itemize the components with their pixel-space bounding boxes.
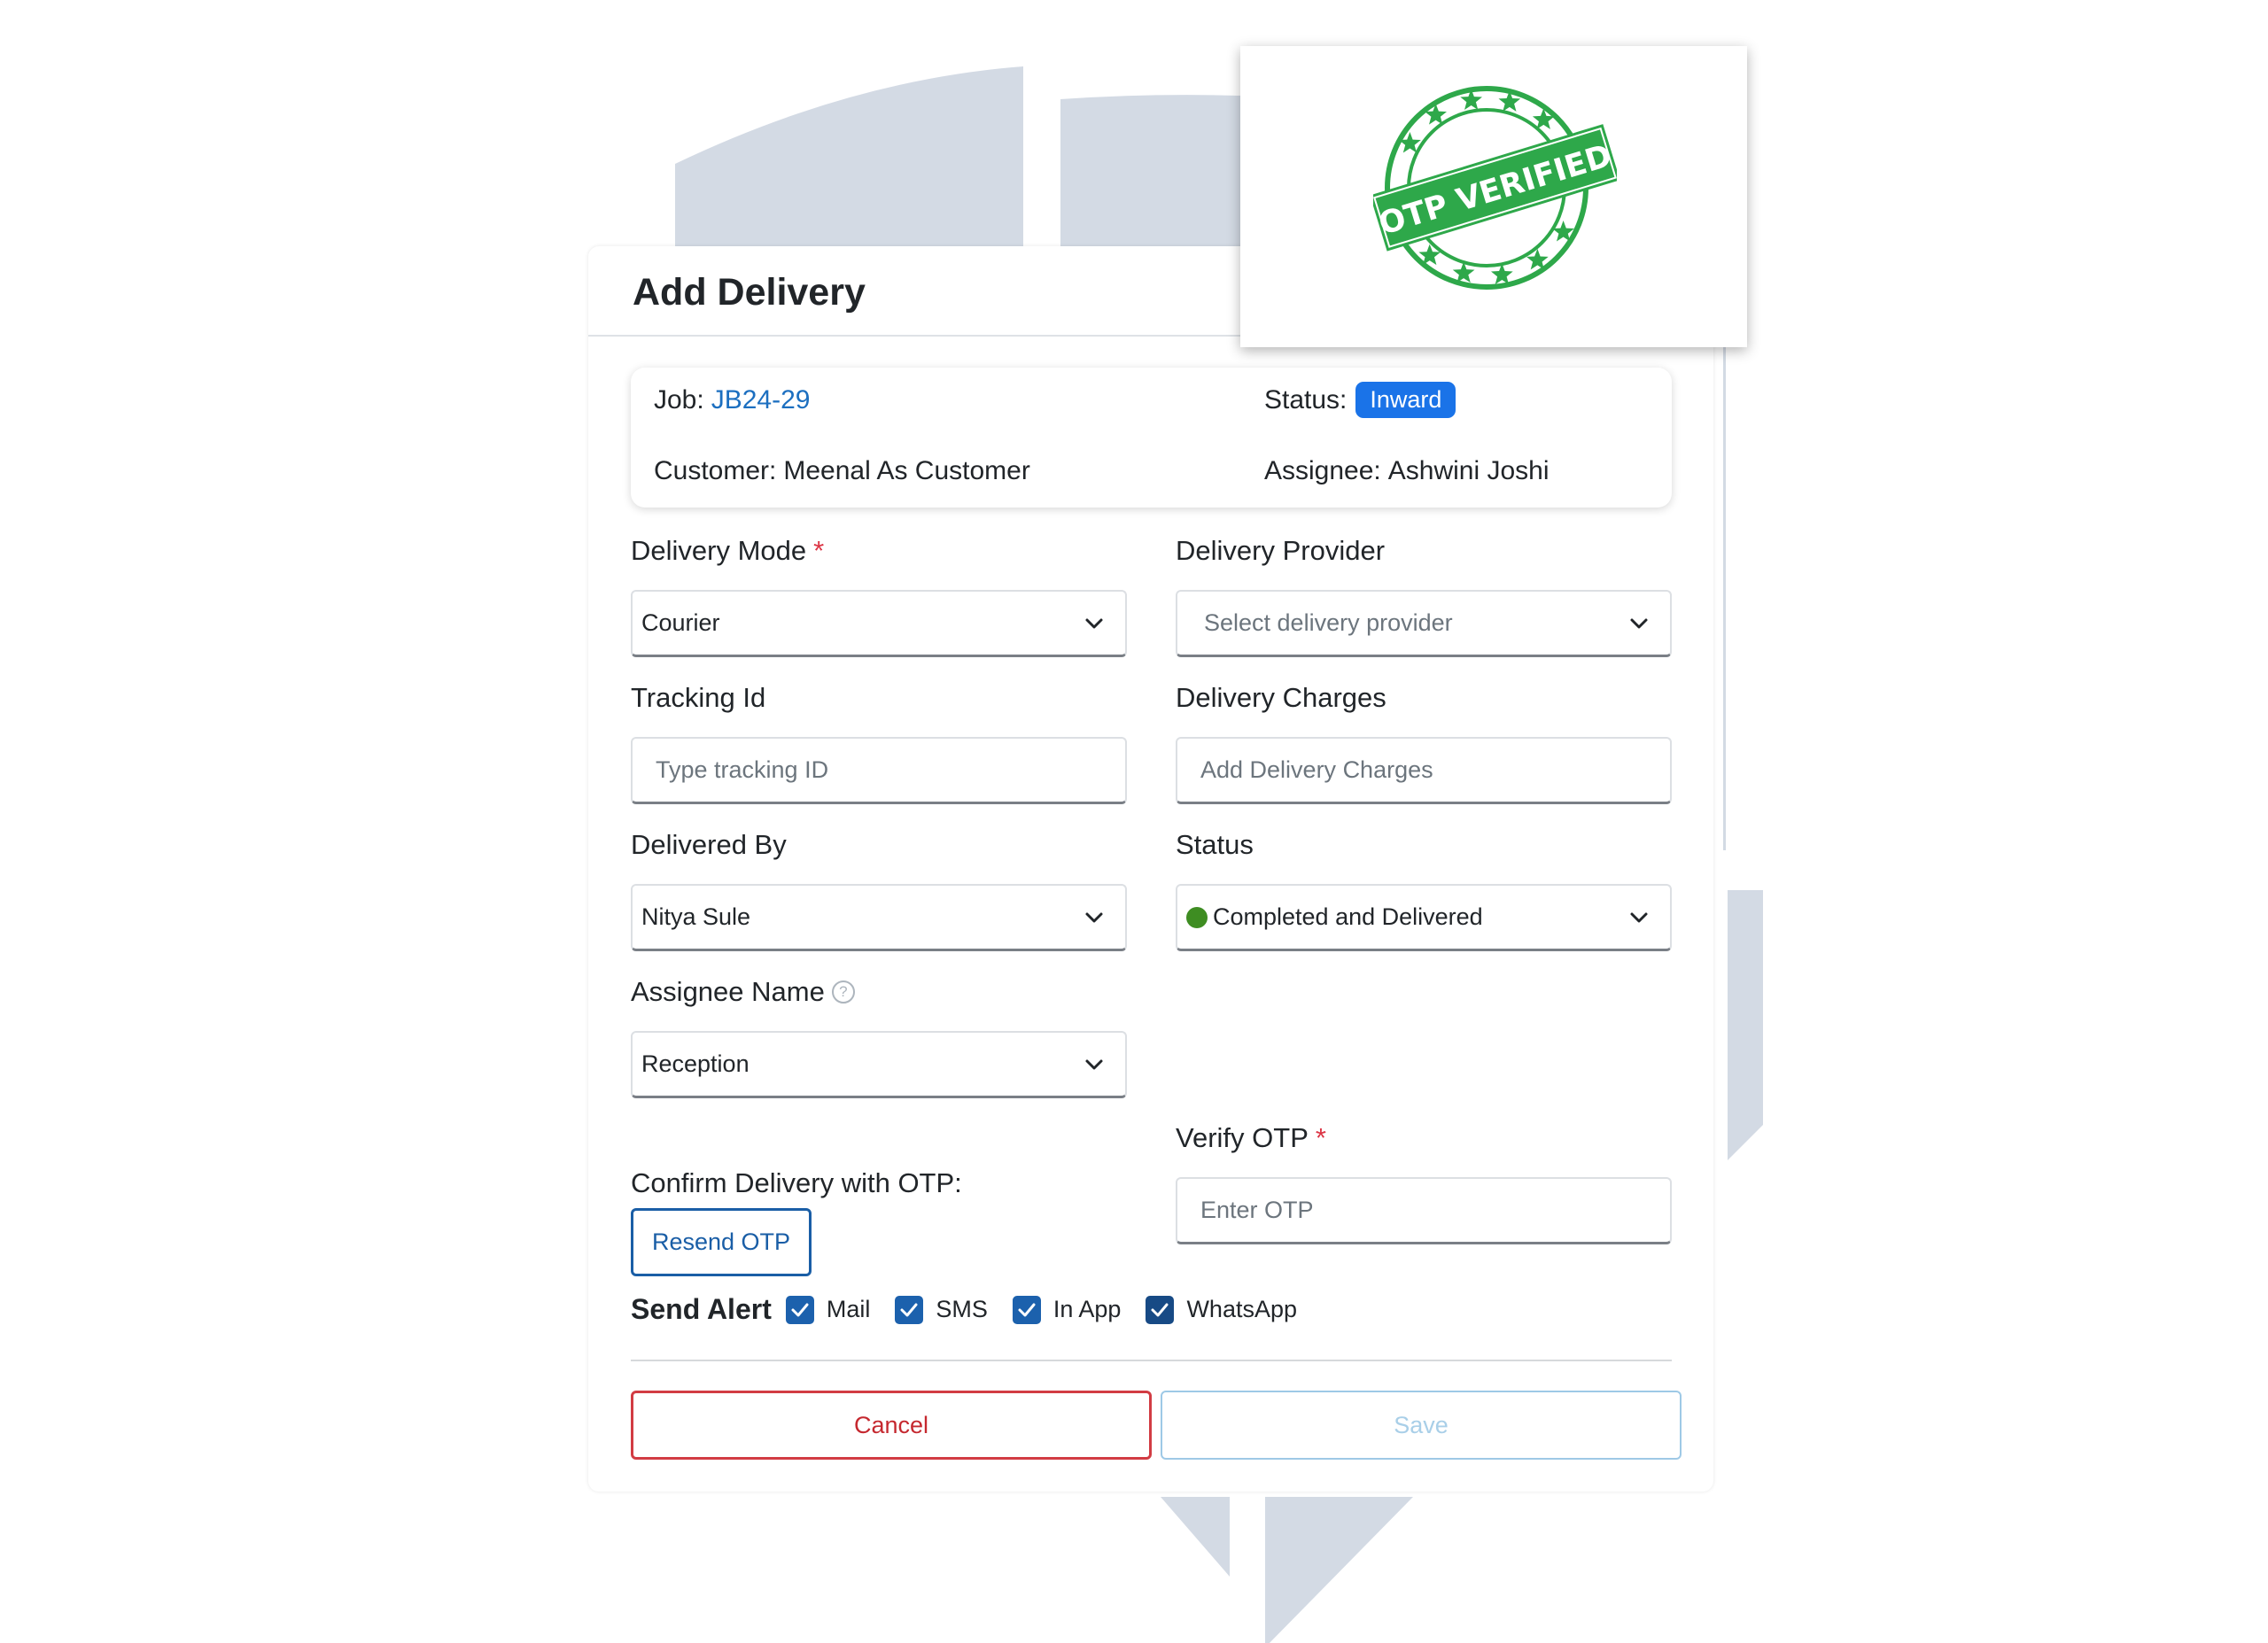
delivery-mode-field: Delivery Mode * Courier <box>631 531 1127 657</box>
customer-label: Customer: <box>654 456 777 485</box>
bg-shape-bottom-right <box>1265 1497 1413 1643</box>
status-dot-icon <box>1186 906 1208 928</box>
alert-option-in-app[interactable]: In App <box>1012 1295 1122 1324</box>
bg-shape-right-border <box>1723 345 1726 850</box>
delivered-by-value: Nitya Sule <box>641 903 751 930</box>
chevron-down-icon <box>1085 1059 1103 1069</box>
job-info-card: Job: JB24-29 Status: Inward Customer: Me… <box>631 368 1672 508</box>
assignee-name-select[interactable]: Reception <box>631 1031 1127 1098</box>
alert-option-mail[interactable]: Mail <box>785 1295 871 1324</box>
footer-divider <box>631 1360 1672 1361</box>
delivered-by-label-row: Delivered By <box>631 825 1127 864</box>
required-mark: * <box>813 535 825 566</box>
delivery-charges-placeholder: Add Delivery Charges <box>1200 756 1433 783</box>
job-row: Job: JB24-29 <box>654 385 810 415</box>
add-delivery-modal: Add Delivery Job: JB24-29 Status: Inward… <box>588 246 1713 1492</box>
customer-row: Customer: Meenal As Customer <box>654 456 1030 486</box>
alert-option-label: Mail <box>826 1296 871 1322</box>
delivery-mode-select[interactable]: Courier <box>631 590 1127 657</box>
delivery-charges-field: Delivery Charges Add Delivery Charges <box>1176 678 1672 804</box>
bg-shape-left <box>675 66 1023 248</box>
delivery-provider-label: Delivery Provider <box>1176 535 1386 566</box>
status-row: Status: Inward <box>1264 382 1456 418</box>
delivered-by-select[interactable]: Nitya Sule <box>631 884 1127 951</box>
alert-option-label: SMS <box>936 1296 988 1322</box>
bg-shape-middle <box>1060 95 1240 248</box>
delivery-status-value-wrap: Completed and Delivered <box>1186 903 1629 931</box>
bg-shape-right <box>1728 890 1763 1160</box>
delivery-mode-label: Delivery Mode <box>631 535 807 566</box>
status-label: Status: <box>1264 384 1348 415</box>
modal-title: Add Delivery <box>633 271 866 314</box>
delivery-charges-label-row: Delivery Charges <box>1176 678 1672 717</box>
checkbox-checked-icon[interactable] <box>895 1295 924 1324</box>
send-alert-title: Send Alert <box>631 1293 772 1325</box>
status-badge: Inward <box>1355 382 1456 418</box>
tracking-id-input[interactable]: Type tracking ID <box>631 737 1127 804</box>
delivery-status-select[interactable]: Completed and Delivered <box>1176 884 1672 951</box>
send-alert-row: Send Alert Mail SMS In App WhatsApp <box>631 1293 1322 1326</box>
delivery-provider-placeholder: Select delivery provider <box>1204 609 1453 636</box>
assignee-name-label-row: Assignee Name ? <box>631 973 1127 1011</box>
save-button[interactable]: Save <box>1161 1391 1682 1460</box>
checkbox-checked-icon[interactable] <box>785 1295 814 1324</box>
cancel-button[interactable]: Cancel <box>631 1391 1152 1460</box>
verify-otp-input[interactable]: Enter OTP <box>1176 1177 1672 1244</box>
chevron-down-icon <box>1630 912 1648 922</box>
delivery-mode-label-row: Delivery Mode * <box>631 531 1127 570</box>
delivery-status-value: Completed and Delivered <box>1213 903 1483 930</box>
checkbox-checked-icon[interactable] <box>1012 1295 1041 1324</box>
assignee-name-value: Reception <box>641 1050 750 1077</box>
alert-option-label: In App <box>1052 1296 1122 1322</box>
delivery-provider-select[interactable]: Select delivery provider <box>1176 590 1672 657</box>
delivery-provider-field: Delivery Provider Select delivery provid… <box>1176 531 1672 657</box>
delivered-by-field: Delivered By Nitya Sule <box>631 825 1127 951</box>
delivery-mode-value: Courier <box>641 609 720 636</box>
resend-otp-button[interactable]: Resend OTP <box>631 1208 812 1276</box>
verify-otp-label-row: Verify OTP * <box>1176 1119 1672 1158</box>
delivery-charges-input[interactable]: Add Delivery Charges <box>1176 737 1672 804</box>
delivered-by-label: Delivered By <box>631 829 787 860</box>
required-mark: * <box>1315 1122 1326 1153</box>
verify-otp-placeholder: Enter OTP <box>1200 1197 1314 1223</box>
tracking-id-field: Tracking Id Type tracking ID <box>631 678 1127 804</box>
delivery-status-label-row: Status <box>1176 825 1672 864</box>
alert-option-label: WhatsApp <box>1186 1296 1298 1322</box>
delivery-charges-label: Delivery Charges <box>1176 682 1386 713</box>
alert-option-sms[interactable]: SMS <box>895 1295 988 1324</box>
assignee-label: Assignee: <box>1264 456 1381 485</box>
checkbox-checked-icon[interactable] <box>1146 1295 1175 1324</box>
chevron-down-icon <box>1085 618 1103 628</box>
chevron-down-icon <box>1085 912 1103 922</box>
chevron-down-icon <box>1630 618 1648 628</box>
bg-shape-bottom-left <box>1161 1497 1230 1577</box>
assignee-name-field: Assignee Name ? Reception <box>631 973 1127 1098</box>
tracking-id-label: Tracking Id <box>631 682 766 713</box>
alert-option-whatsapp[interactable]: WhatsApp <box>1146 1295 1298 1324</box>
assignee-value: Ashwini Joshi <box>1387 456 1550 485</box>
delivery-status-label: Status <box>1176 829 1254 860</box>
delivery-provider-label-row: Delivery Provider <box>1176 531 1672 570</box>
otp-verified-stamp-icon: OTP VERIFIED <box>1373 86 1617 290</box>
verify-otp-label: Verify OTP <box>1176 1122 1309 1153</box>
confirm-otp-block: Confirm Delivery with OTP: Resend OTP <box>631 1167 962 1276</box>
job-label: Job: <box>654 385 704 415</box>
tracking-id-label-row: Tracking Id <box>631 678 1127 717</box>
otp-verified-stamp-card: OTP VERIFIED <box>1240 46 1747 347</box>
help-icon[interactable]: ? <box>831 980 855 1004</box>
verify-otp-field: Verify OTP * Enter OTP <box>1176 1119 1672 1244</box>
delivery-status-field: Status Completed and Delivered <box>1176 825 1672 951</box>
customer-value: Meenal As Customer <box>783 456 1030 485</box>
confirm-otp-label: Confirm Delivery with OTP: <box>631 1167 962 1198</box>
assignee-row: Assignee: Ashwini Joshi <box>1264 456 1550 486</box>
job-id-link[interactable]: JB24-29 <box>711 385 811 415</box>
tracking-id-placeholder: Type tracking ID <box>656 756 829 783</box>
assignee-name-label: Assignee Name <box>631 976 825 1007</box>
